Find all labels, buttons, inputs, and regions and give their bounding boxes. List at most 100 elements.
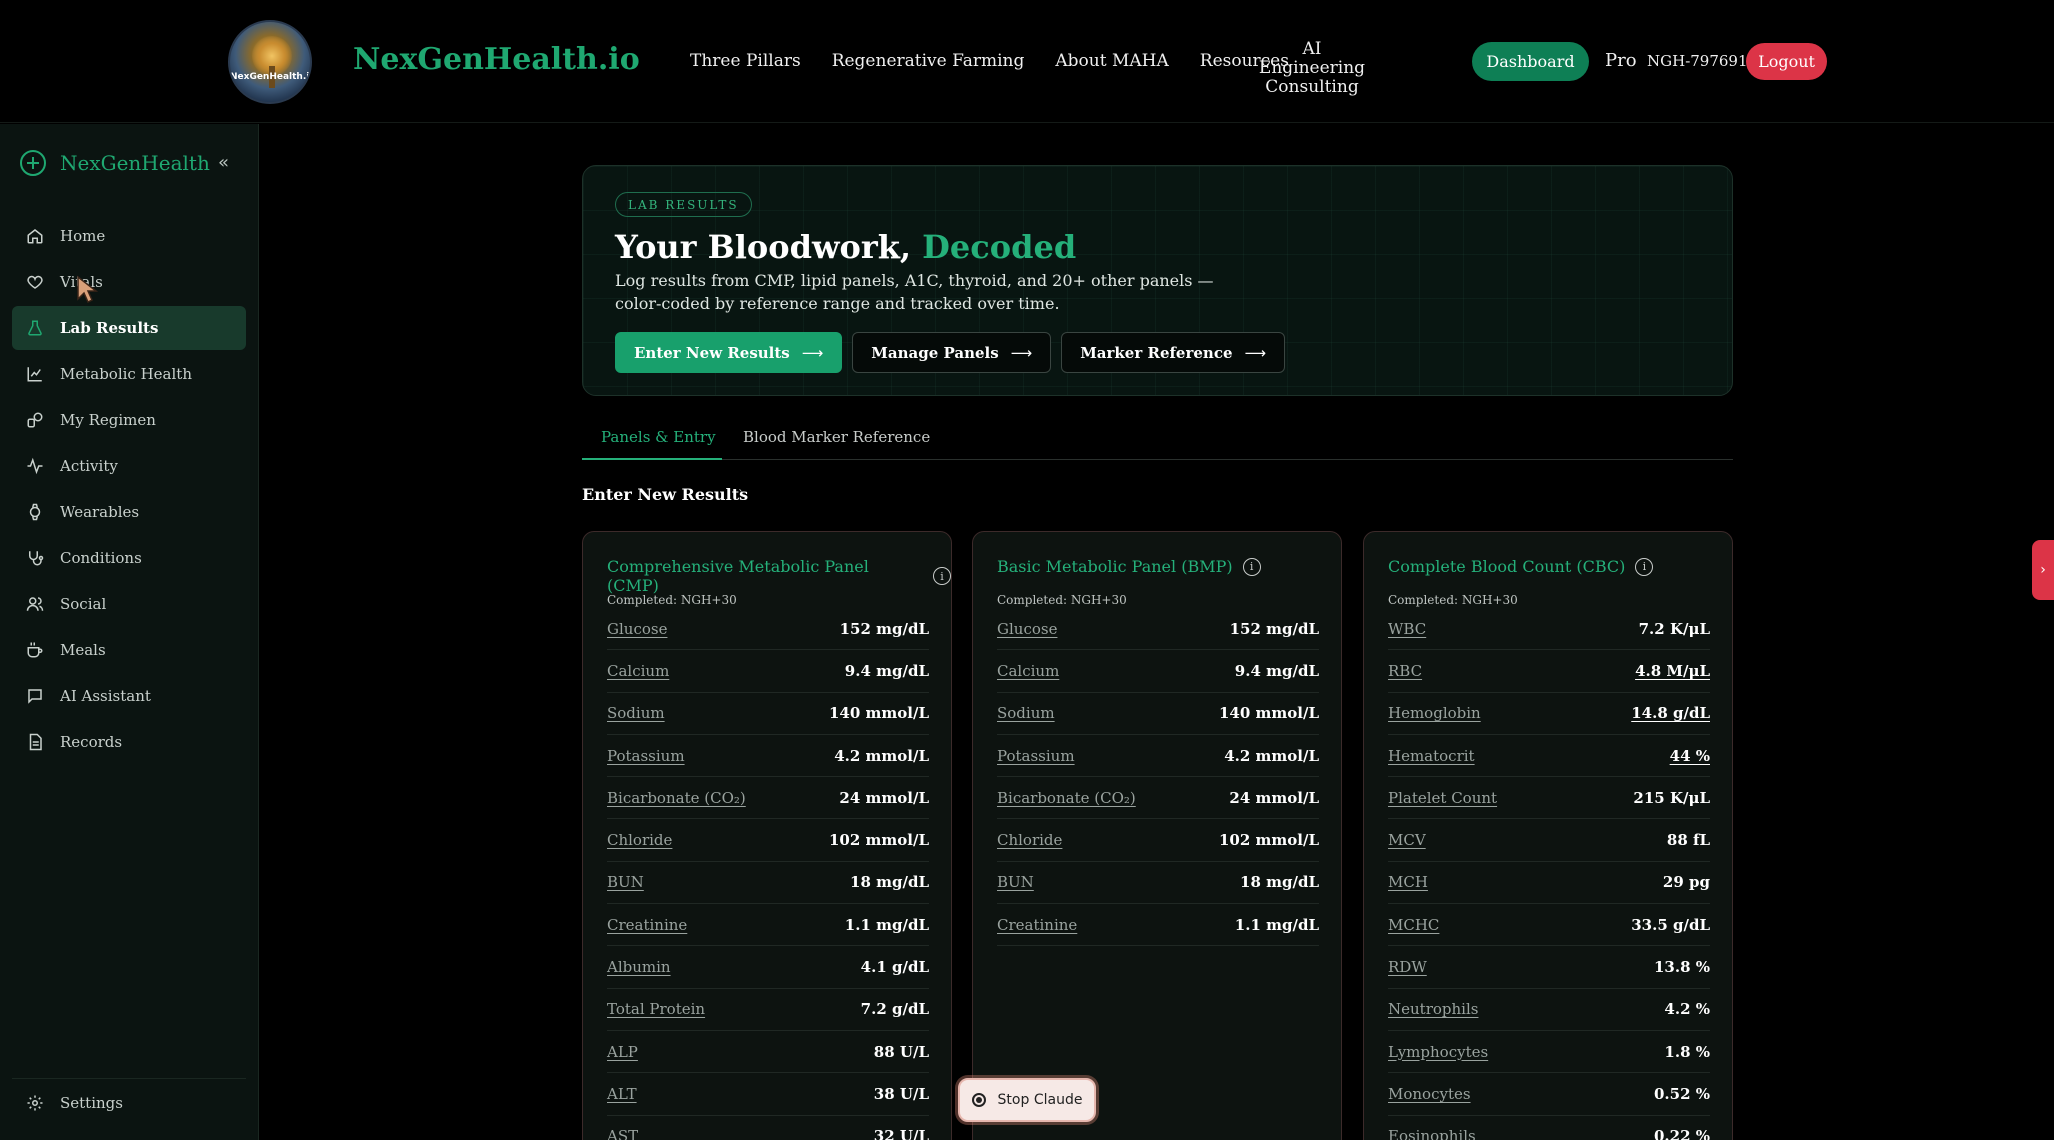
table-row[interactable]: Hemoglobin 14.8 g/dL bbox=[1388, 693, 1710, 735]
marker-name[interactable]: Calcium bbox=[607, 662, 669, 680]
marker-name[interactable]: WBC bbox=[1388, 620, 1426, 638]
table-row[interactable]: Glucose 152 mg/dL bbox=[607, 608, 929, 651]
table-row[interactable]: Creatinine 1.1 mg/dL bbox=[997, 904, 1319, 947]
marker-name[interactable]: Hematocrit bbox=[1388, 747, 1475, 765]
tab-blood-marker-reference[interactable]: Blood Marker Reference bbox=[743, 428, 930, 446]
table-row[interactable]: Monocytes 0.52 % bbox=[1388, 1073, 1710, 1116]
marker-value[interactable]: 18 mg/dL bbox=[1240, 873, 1319, 891]
marker-reference-button[interactable]: Marker Reference ⟶ bbox=[1061, 332, 1286, 373]
marker-value[interactable]: 152 mg/dL bbox=[840, 620, 929, 638]
table-row[interactable]: Potassium 4.2 mmol/L bbox=[997, 735, 1319, 778]
nav-ai-engineering-consulting[interactable]: AI Engineering Consulting bbox=[1252, 40, 1372, 97]
enter-new-results-button[interactable]: Enter New Results ⟶ bbox=[615, 332, 843, 373]
marker-name[interactable]: Neutrophils bbox=[1388, 1000, 1478, 1018]
marker-value[interactable]: 7.2 K/μL bbox=[1639, 620, 1710, 638]
sidebar-item-ai-assistant[interactable]: AI Assistant bbox=[12, 674, 246, 718]
marker-name[interactable]: Chloride bbox=[997, 831, 1062, 849]
marker-value[interactable]: 1.1 mg/dL bbox=[845, 916, 929, 934]
logout-button[interactable]: Logout bbox=[1746, 43, 1827, 80]
marker-name[interactable]: Potassium bbox=[997, 747, 1075, 765]
marker-value[interactable]: 38 U/L bbox=[874, 1085, 929, 1103]
marker-value[interactable]: 33.5 g/dL bbox=[1631, 916, 1710, 934]
marker-name[interactable]: Bicarbonate (CO₂) bbox=[997, 789, 1136, 807]
marker-value[interactable]: 140 mmol/L bbox=[829, 704, 929, 722]
marker-value[interactable]: 140 mmol/L bbox=[1219, 704, 1319, 722]
marker-name[interactable]: AST bbox=[607, 1127, 638, 1140]
marker-name[interactable]: MCV bbox=[1388, 831, 1426, 849]
marker-name[interactable]: Albumin bbox=[607, 958, 671, 976]
marker-name[interactable]: RBC bbox=[1388, 662, 1422, 680]
sidebar-item-social[interactable]: Social bbox=[12, 582, 246, 626]
marker-value[interactable]: 14.8 g/dL bbox=[1631, 704, 1710, 722]
nav-about-maha[interactable]: About MAHA bbox=[1055, 51, 1168, 71]
table-row[interactable]: RBC 4.8 M/μL bbox=[1388, 650, 1710, 693]
marker-value[interactable]: 9.4 mg/dL bbox=[845, 662, 929, 680]
table-row[interactable]: BUN 18 mg/dL bbox=[997, 862, 1319, 905]
marker-name[interactable]: Monocytes bbox=[1388, 1085, 1471, 1103]
marker-name[interactable]: Hemoglobin bbox=[1388, 704, 1481, 722]
panel-title[interactable]: Complete Blood Count (CBC) i bbox=[1388, 557, 1654, 576]
marker-value[interactable]: 29 pg bbox=[1663, 873, 1710, 891]
brand-name[interactable]: NexGenHealth.io bbox=[353, 42, 640, 77]
table-row[interactable]: ALT 38 U/L bbox=[607, 1073, 929, 1116]
marker-name[interactable]: Platelet Count bbox=[1388, 789, 1497, 807]
table-row[interactable]: BUN 18 mg/dL bbox=[607, 862, 929, 905]
nav-three-pillars[interactable]: Three Pillars bbox=[690, 51, 801, 71]
section-toggle[interactable]: ` bbox=[738, 488, 744, 502]
table-row[interactable]: Sodium 140 mmol/L bbox=[997, 693, 1319, 735]
tab-panels-entry[interactable]: Panels & Entry bbox=[601, 428, 716, 446]
marker-name[interactable]: Glucose bbox=[607, 620, 667, 638]
sidebar-item-vitals[interactable]: Vitals bbox=[12, 260, 246, 304]
stop-claude-button[interactable]: Stop Claude bbox=[958, 1078, 1096, 1122]
table-row[interactable]: MCHC 33.5 g/dL bbox=[1388, 904, 1710, 947]
marker-value[interactable]: 1.1 mg/dL bbox=[1235, 916, 1319, 934]
table-row[interactable]: Lymphocytes 1.8 % bbox=[1388, 1031, 1710, 1074]
logo-image[interactable]: NexGenHealth.io bbox=[228, 20, 312, 104]
marker-name[interactable]: Bicarbonate (CO₂) bbox=[607, 789, 746, 807]
table-row[interactable]: Chloride 102 mmol/L bbox=[997, 819, 1319, 862]
marker-name[interactable]: MCH bbox=[1388, 873, 1428, 891]
marker-value[interactable]: 152 mg/dL bbox=[1230, 620, 1319, 638]
table-row[interactable]: Albumin 4.1 g/dL bbox=[607, 946, 929, 989]
table-row[interactable]: RDW 13.8 % bbox=[1388, 946, 1710, 989]
collapse-sidebar-icon[interactable]: « bbox=[218, 152, 229, 173]
marker-value[interactable]: 24 mmol/L bbox=[1229, 789, 1319, 807]
table-row[interactable]: Calcium 9.4 mg/dL bbox=[997, 650, 1319, 693]
panel-title[interactable]: Comprehensive Metabolic Panel (CMP) i bbox=[607, 557, 951, 595]
sidebar-brand[interactable]: NexGenHealth bbox=[20, 150, 210, 176]
sidebar-item-my-regimen[interactable]: My Regimen bbox=[12, 398, 246, 442]
table-row[interactable]: Hematocrit 44 % bbox=[1388, 735, 1710, 778]
marker-value[interactable]: 88 fL bbox=[1667, 831, 1710, 849]
marker-value[interactable]: 18 mg/dL bbox=[850, 873, 929, 891]
sidebar-item-lab-results[interactable]: Lab Results bbox=[12, 306, 246, 350]
marker-name[interactable]: Glucose bbox=[997, 620, 1057, 638]
table-row[interactable]: Bicarbonate (CO₂) 24 mmol/L bbox=[607, 777, 929, 820]
marker-value[interactable]: 1.8 % bbox=[1664, 1043, 1710, 1061]
sidebar-item-activity[interactable]: Activity bbox=[12, 444, 246, 488]
marker-value[interactable]: 4.2 % bbox=[1664, 1000, 1710, 1018]
table-row[interactable]: Eosinophils 0.22 % bbox=[1388, 1116, 1710, 1140]
info-icon[interactable]: i bbox=[1242, 557, 1261, 576]
sidebar-item-settings[interactable]: Settings bbox=[12, 1081, 246, 1125]
marker-value[interactable]: 32 U/L bbox=[874, 1127, 929, 1140]
table-row[interactable]: Bicarbonate (CO₂) 24 mmol/L bbox=[997, 777, 1319, 820]
sidebar-item-records[interactable]: Records bbox=[12, 720, 246, 764]
marker-value[interactable]: 4.8 M/μL bbox=[1635, 662, 1710, 680]
marker-name[interactable]: Potassium bbox=[607, 747, 685, 765]
marker-value[interactable]: 4.2 mmol/L bbox=[1224, 747, 1319, 765]
marker-value[interactable]: 0.22 % bbox=[1654, 1127, 1710, 1140]
marker-value[interactable]: 4.2 mmol/L bbox=[834, 747, 929, 765]
table-row[interactable]: Sodium 140 mmol/L bbox=[607, 693, 929, 735]
marker-value[interactable]: 102 mmol/L bbox=[1219, 831, 1319, 849]
marker-value[interactable]: 24 mmol/L bbox=[839, 789, 929, 807]
sidebar-item-conditions[interactable]: Conditions bbox=[12, 536, 246, 580]
sidebar-item-metabolic-health[interactable]: Metabolic Health bbox=[12, 352, 246, 396]
table-row[interactable]: AST 32 U/L bbox=[607, 1116, 929, 1140]
marker-name[interactable]: ALT bbox=[607, 1085, 637, 1103]
dashboard-button[interactable]: Dashboard bbox=[1472, 42, 1589, 81]
marker-name[interactable]: BUN bbox=[607, 873, 644, 891]
marker-value[interactable]: 7.2 g/dL bbox=[861, 1000, 929, 1018]
table-row[interactable]: MCH 29 pg bbox=[1388, 862, 1710, 905]
marker-name[interactable]: Lymphocytes bbox=[1388, 1043, 1488, 1061]
table-row[interactable]: Potassium 4.2 mmol/L bbox=[607, 735, 929, 778]
